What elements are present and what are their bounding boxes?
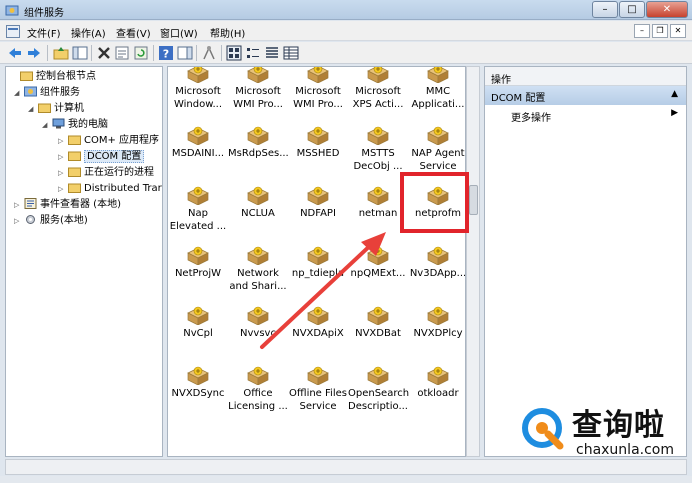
chaxunla-logo-icon [522,408,564,450]
watermark-url: chaxunla.com [576,442,674,458]
watermark-title: 查询啦 [572,408,665,443]
chaxunla-watermark: 查询啦 chaxunla.com [518,398,688,464]
